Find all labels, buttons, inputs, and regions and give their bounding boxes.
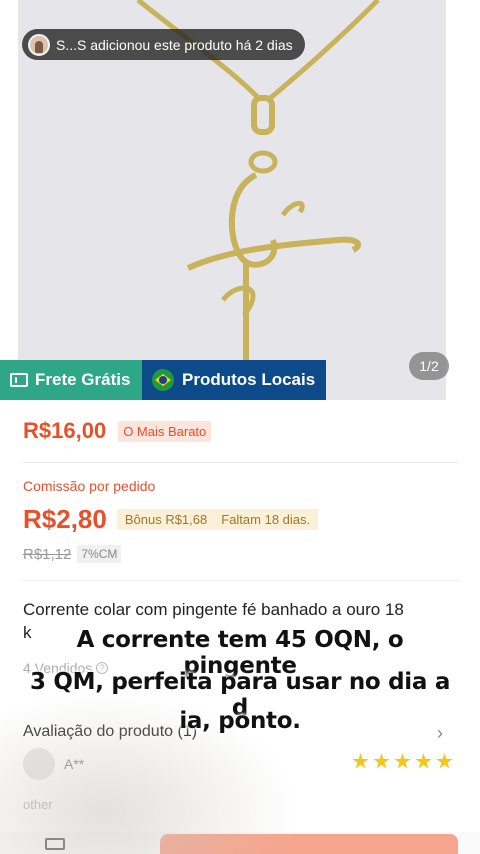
- reviewer-name: A**: [64, 756, 85, 772]
- image-counter: 1/2: [409, 352, 449, 380]
- star-icon: [352, 753, 369, 769]
- divider: [23, 580, 458, 581]
- review-snippet: other: [23, 797, 53, 812]
- product-photo[interactable]: [18, 0, 446, 400]
- recent-activity-pill: S...S adicionou este produto há 2 dias: [22, 29, 305, 60]
- activity-text: S...S adicionou este produto há 2 dias: [56, 36, 293, 53]
- price-row: R$16,00 O Mais Barato: [23, 418, 212, 444]
- shipping-badges: Frete Grátis Produtos Locais: [0, 360, 326, 400]
- truck-icon: [10, 373, 28, 387]
- bonus-amount: Bônus R$1,68: [124, 512, 208, 527]
- brazil-flag-icon: [152, 369, 174, 391]
- original-price: R$1,12: [23, 545, 72, 563]
- star-icon: [394, 753, 411, 769]
- cart-icon[interactable]: [45, 838, 65, 850]
- divider: [23, 462, 458, 463]
- commission-label: Comissão por pedido: [23, 478, 156, 494]
- commission-row: R$2,80 Bônus R$1,68 Faltam 18 dias.: [23, 504, 319, 535]
- user-avatar: [28, 33, 50, 56]
- product-gallery[interactable]: S...S adicionou este produto há 2 dias 1…: [0, 0, 480, 400]
- star-icon: [436, 753, 453, 769]
- star-icon: [415, 753, 432, 769]
- free-shipping-label: Frete Grátis: [35, 370, 131, 389]
- video-caption-line: ia, ponto.: [179, 708, 301, 734]
- buy-button[interactable]: [160, 834, 458, 854]
- original-commission-row: R$1,12 7%CM: [23, 545, 122, 563]
- reviewer: A**: [23, 748, 84, 780]
- pendant-image: [136, 0, 380, 360]
- bonus-remaining: Faltam 18 dias.: [221, 512, 311, 527]
- commission-value: R$2,80: [23, 504, 107, 534]
- free-shipping-badge: Frete Grátis: [0, 360, 142, 400]
- reviewer-avatar: [23, 748, 55, 780]
- star-icon: [373, 753, 390, 769]
- bonus-tag: Bônus R$1,68 Faltam 18 dias.: [116, 509, 319, 530]
- star-rating: [352, 753, 457, 770]
- local-products-badge: Produtos Locais: [142, 360, 326, 400]
- cheapest-tag: O Mais Barato: [118, 420, 212, 442]
- local-products-label: Produtos Locais: [182, 370, 316, 389]
- commission-percent: 7%CM: [77, 545, 122, 563]
- product-price: R$16,00: [23, 418, 107, 443]
- product-title: Corrente colar com pingente fé banhado a…: [23, 600, 404, 619]
